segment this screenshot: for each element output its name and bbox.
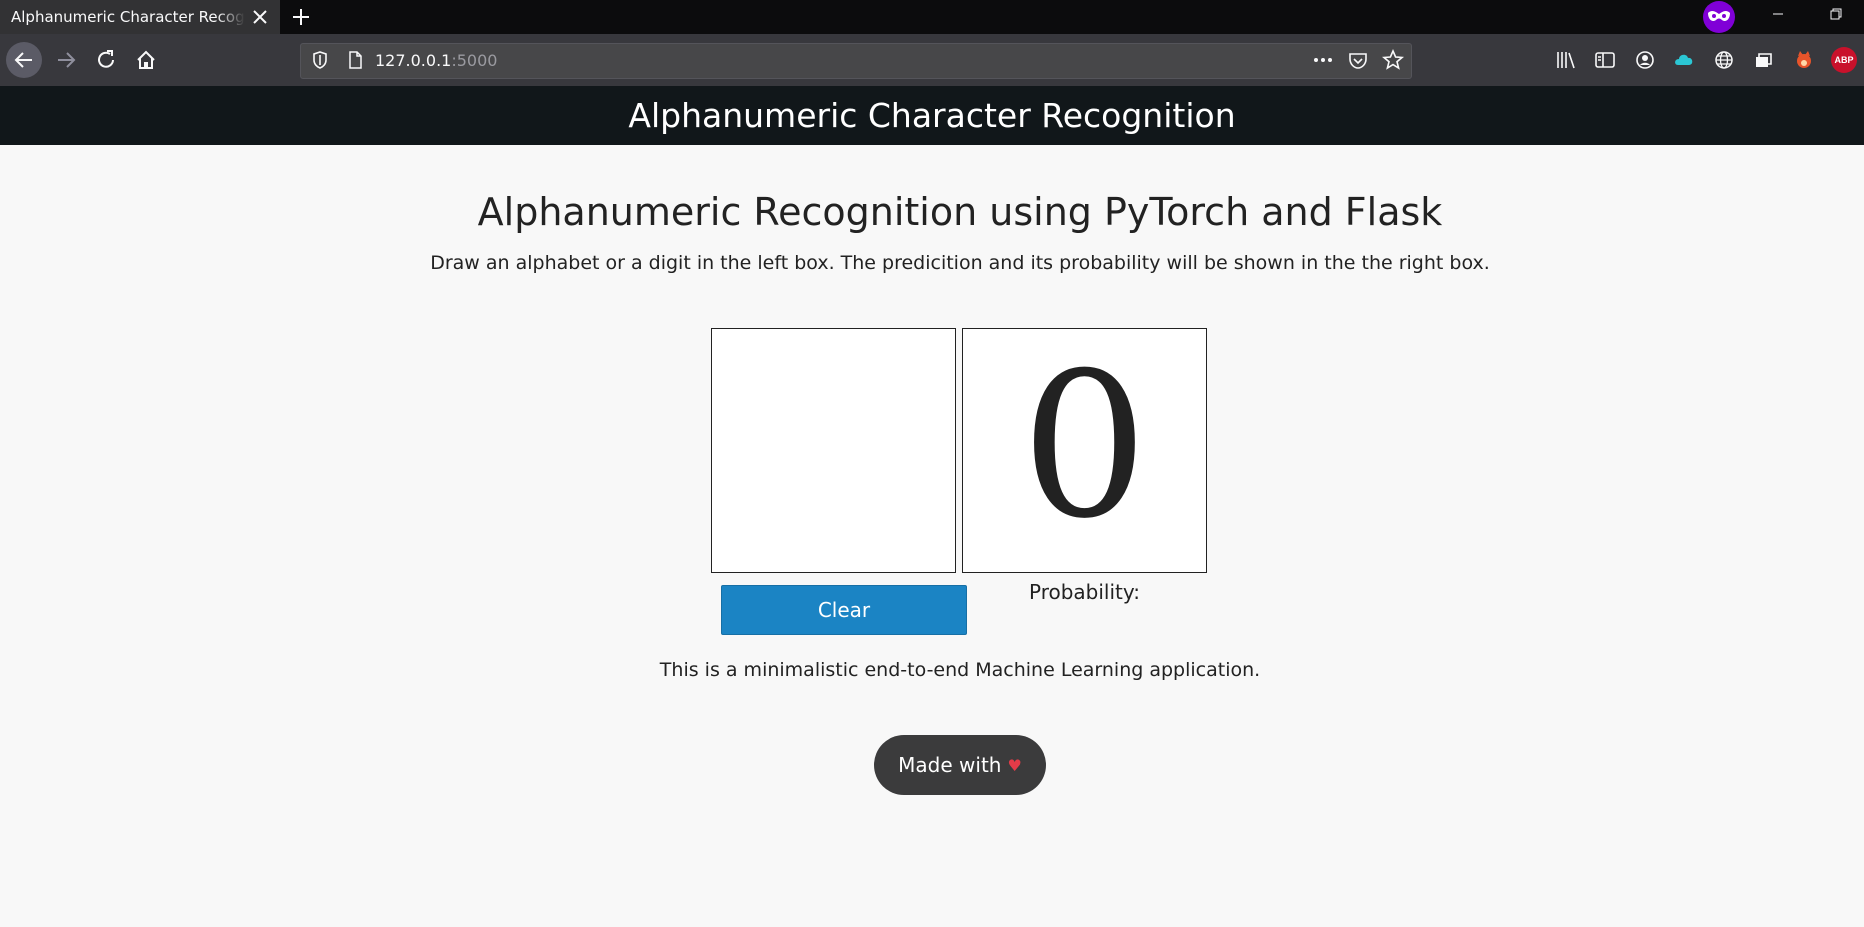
back-icon[interactable]: [6, 42, 42, 78]
heart-icon: ♥: [1007, 755, 1022, 775]
url-host: 127.0.0.1: [375, 51, 452, 70]
tabs-icon[interactable]: [1751, 47, 1777, 73]
more-icon[interactable]: [1310, 47, 1336, 73]
adblock-icon[interactable]: ABP: [1831, 47, 1857, 73]
close-tab-icon[interactable]: [247, 4, 273, 30]
fox-extension-icon[interactable]: [1791, 47, 1817, 73]
url-text[interactable]: 127.0.0.1:5000: [375, 51, 497, 70]
shield-icon[interactable]: [307, 47, 333, 73]
header-title: Alphanumeric Character Recognition: [628, 96, 1236, 135]
reload-icon[interactable]: [88, 42, 124, 78]
prediction-value: 0: [1020, 329, 1149, 563]
home-icon[interactable]: [128, 42, 164, 78]
page-subtitle: Draw an alphabet or a digit in the left …: [430, 252, 1490, 274]
prediction-box: 0: [962, 328, 1207, 573]
library-icon[interactable]: [1553, 47, 1579, 73]
tab-title: Alphanumeric Character Recognition: [11, 8, 245, 26]
restore-window-icon[interactable]: [1813, 0, 1859, 28]
url-bar[interactable]: 127.0.0.1:5000: [300, 43, 1412, 79]
page-title: Alphanumeric Recognition using PyTorch a…: [477, 190, 1443, 234]
url-port: :5000: [451, 51, 498, 70]
browser-tab[interactable]: Alphanumeric Character Recognition: [0, 0, 280, 34]
browser-toolbar: 127.0.0.1:5000 ABP: [0, 34, 1864, 86]
forward-icon[interactable]: [48, 42, 84, 78]
made-with-label: Made with: [898, 753, 1002, 777]
cloud-icon[interactable]: [1671, 47, 1697, 73]
drawing-canvas[interactable]: [711, 328, 956, 573]
page-header: Alphanumeric Character Recognition: [0, 86, 1864, 145]
new-tab-icon[interactable]: [286, 2, 316, 32]
account-icon[interactable]: [1632, 47, 1658, 73]
clear-button[interactable]: Clear: [721, 585, 967, 635]
private-browsing-icon: [1703, 1, 1735, 33]
bookmark-star-icon[interactable]: [1380, 47, 1406, 73]
globe-icon[interactable]: [1711, 47, 1737, 73]
sidebar-icon[interactable]: [1592, 47, 1618, 73]
pocket-icon[interactable]: [1345, 47, 1371, 73]
browser-tab-bar: Alphanumeric Character Recognition: [0, 0, 1864, 34]
tagline: This is a minimalistic end-to-end Machin…: [659, 659, 1261, 681]
probability-label: Probability:: [1028, 580, 1140, 604]
made-with-badge[interactable]: Made with ♥: [874, 735, 1046, 795]
minimize-window-icon[interactable]: [1755, 0, 1801, 28]
page-icon[interactable]: [342, 47, 368, 73]
